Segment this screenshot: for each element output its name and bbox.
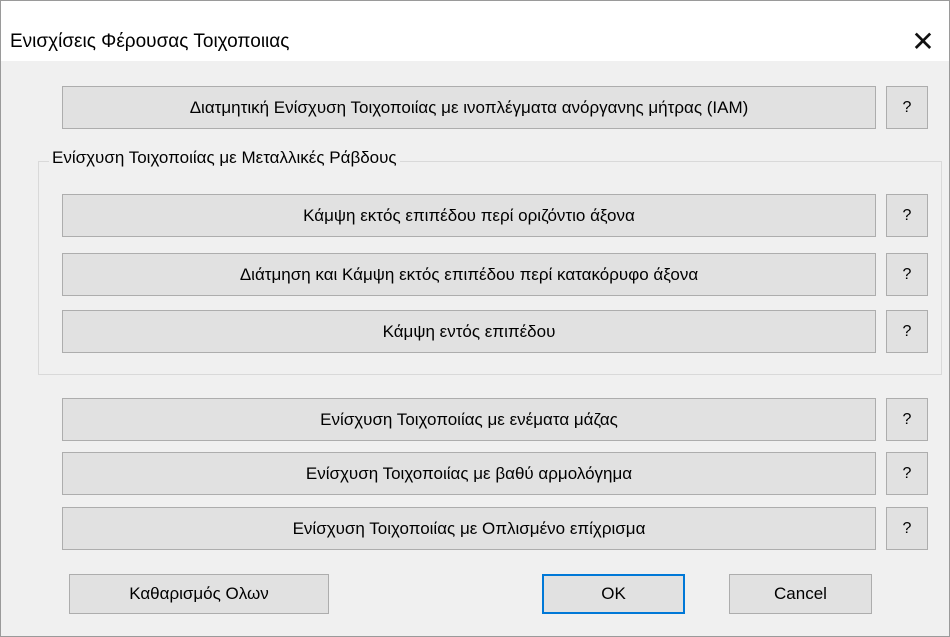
in-plane-bending-button[interactable]: Κάμψη εντός επιπέδου [62,310,876,353]
ok-button[interactable]: OK [542,574,685,614]
deep-repointing-help-button[interactable]: ? [886,452,928,495]
dialog-title: Ενισχίσεις Φέρουσας Τοιχοποιιας [10,31,290,52]
strengthening-dialog: Ενισχίσεις Φέρουσας Τοιχοποιιας ✕ Διατμη… [0,0,950,637]
metal-bars-group-label: Ενίσχυση Τοιχοποιίας με Μεταλλικές Ράβδο… [49,148,400,168]
shear-and-bending-vertical-help-button[interactable]: ? [886,253,928,296]
clear-all-button[interactable]: Καθαρισμός Ολων [69,574,329,614]
out-of-plane-bending-horizontal-button[interactable]: Κάμψη εκτός επιπέδου περί οριζόντιο άξον… [62,194,876,237]
grout-injection-button[interactable]: Ενίσχυση Τοιχοποιίας με ενέματα μάζας [62,398,876,441]
cancel-button[interactable]: Cancel [729,574,872,614]
reinforced-plaster-button[interactable]: Ενίσχυση Τοιχοποιίας με Οπλισμένο επίχρι… [62,507,876,550]
reinforced-plaster-help-button[interactable]: ? [886,507,928,550]
close-icon[interactable]: ✕ [903,25,943,59]
iam-shear-strengthening-button[interactable]: Διατμητική Ενίσχυση Τοιχοποιίας με ινοπλ… [62,86,876,129]
title-bar: Ενισχίσεις Φέρουσας Τοιχοποιιας ✕ [1,1,949,61]
iam-help-button[interactable]: ? [886,86,928,129]
in-plane-bending-help-button[interactable]: ? [886,310,928,353]
deep-repointing-button[interactable]: Ενίσχυση Τοιχοποιίας με βαθύ αρμολόγημα [62,452,876,495]
grout-injection-help-button[interactable]: ? [886,398,928,441]
out-of-plane-bending-horizontal-help-button[interactable]: ? [886,194,928,237]
shear-and-bending-vertical-button[interactable]: Διάτμηση και Κάμψη εκτός επιπέδου περί κ… [62,253,876,296]
